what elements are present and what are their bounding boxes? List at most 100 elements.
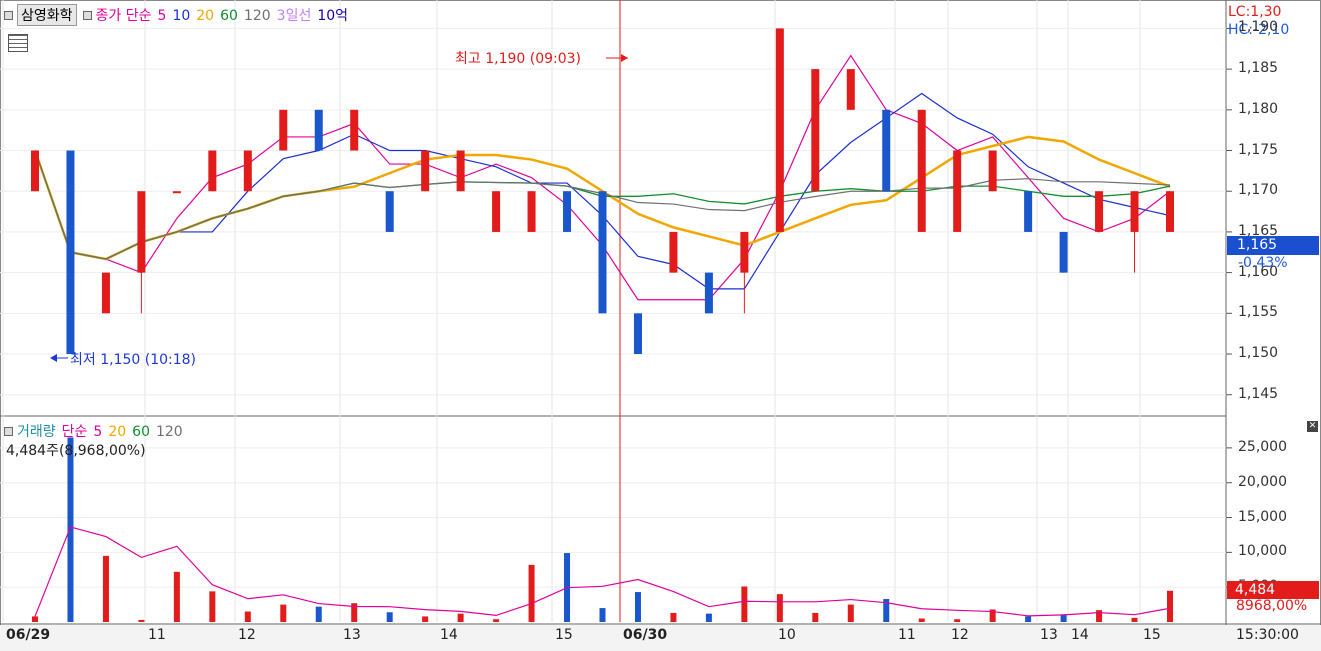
candle-body [598, 191, 607, 314]
legend-item[interactable]: 3일선 [277, 8, 312, 24]
current-price-badge: 1,165 [1227, 236, 1319, 255]
volume-bar [32, 616, 38, 622]
volume-bar [918, 618, 925, 622]
volume-bar [315, 606, 322, 622]
candle-body [350, 109, 359, 151]
legend-toggle-icon[interactable] [4, 426, 13, 436]
price-tick-label: 1,190 [1238, 19, 1279, 36]
volume-bar [67, 437, 74, 622]
legend-item[interactable]: 단순 [62, 424, 88, 440]
volume-bar [173, 571, 180, 622]
low-price-annotation: 최저 1,150 (10:18) [70, 352, 197, 368]
candle-body [882, 109, 891, 192]
volume-bar [599, 608, 606, 622]
ma-legend: 종가 단순 5 10 20 60 120 3일선 10억 [96, 5, 355, 25]
candle-body [811, 69, 820, 192]
time-axis-label: 12 [951, 627, 969, 643]
volume-bar [528, 564, 535, 622]
candle-body [421, 150, 430, 192]
close-panel-icon[interactable]: ✕ [1307, 421, 1318, 432]
price-legend: 삼영화학 종가 단순 5 10 20 60 120 3일선 10억 [4, 4, 354, 26]
volume-ratio: 8968,00% [1236, 598, 1308, 614]
legend-item[interactable]: 20 [108, 424, 126, 440]
candle-body [775, 28, 784, 232]
legend-toggle-icon[interactable] [82, 10, 92, 20]
legend-item[interactable]: 60 [132, 424, 150, 440]
volume-tick-label: 20,000 [1238, 473, 1287, 490]
candle-body [527, 191, 536, 232]
legend-item[interactable]: 120 [156, 424, 183, 440]
chart-window: 삼영화학 종가 단순 5 10 20 60 120 3일선 10억 LC:1,30 HC:-2… [0, 0, 1321, 651]
price-tick-label: 1,175 [1238, 141, 1279, 158]
candle-body [385, 191, 394, 232]
volume-bar [244, 611, 251, 622]
candle-body [953, 150, 962, 232]
legend-item[interactable]: 20 [196, 8, 214, 24]
legend-item[interactable]: 10억 [317, 8, 348, 24]
candle-body [279, 109, 288, 151]
volume-bar [847, 604, 854, 622]
volume-bar [1025, 616, 1032, 622]
volume-info: 4,484주(8,968,00%) [6, 443, 146, 459]
price-tick-label: 1,150 [1238, 345, 1279, 362]
candle-body [208, 150, 217, 192]
change-percent: -0.43% [1238, 255, 1288, 271]
time-label: 15:30:00 [1236, 627, 1299, 643]
price-tick-label: 1,180 [1238, 100, 1279, 117]
legend-item[interactable]: 60 [220, 8, 238, 24]
price-tick-label: 1,155 [1238, 304, 1279, 321]
time-axis-label: 10 [778, 627, 796, 643]
volume-tick-label: 15,000 [1238, 508, 1287, 525]
candle-body [314, 109, 323, 151]
volume-bar [954, 619, 961, 622]
candle-body [563, 191, 572, 232]
candle-body [1166, 191, 1174, 232]
volume-bar [812, 612, 819, 622]
candle-body [917, 109, 926, 232]
time-axis-label: 12 [238, 627, 256, 643]
volume-bar [705, 613, 712, 622]
candle-body [740, 231, 749, 273]
candle-body [492, 191, 501, 232]
candle-body [669, 231, 678, 273]
time-axis-label: 15 [555, 627, 573, 643]
candle-body [101, 272, 110, 314]
time-axis-label: 11 [148, 627, 166, 643]
volume-ma-legend: 거래량 단순 5 20 60 120 [17, 421, 189, 441]
time-axis-label: 14 [440, 627, 458, 643]
price-tick-label: 1,145 [1238, 385, 1279, 402]
volume-bar [209, 591, 216, 622]
volume-bar [1131, 617, 1138, 622]
legend-item[interactable]: 5 [158, 8, 167, 24]
chart-frame [0, 0, 1321, 651]
grid-settings-icon[interactable] [8, 34, 28, 52]
volume-bar [670, 612, 677, 622]
volume-bar [102, 555, 109, 622]
lc-label: LC:1,30 [1228, 4, 1282, 20]
candle-body [1024, 191, 1033, 232]
candle-body [1059, 231, 1068, 273]
time-axis-label: 15 [1143, 627, 1161, 643]
time-axis-label: 13 [343, 627, 361, 643]
candle-body [633, 313, 642, 355]
price-tick-label: 1,185 [1238, 60, 1279, 77]
volume-bar [457, 613, 464, 622]
legend-toggle-icon[interactable] [4, 10, 13, 20]
candle-body [1130, 191, 1139, 232]
volume-bar [776, 594, 783, 622]
volume-bar [1096, 610, 1103, 622]
legend-item[interactable]: 120 [244, 8, 271, 24]
volume-bar [741, 586, 748, 622]
stock-chart[interactable] [0, 0, 1321, 651]
volume-bar [138, 619, 145, 622]
price-tick-label: 1,170 [1238, 182, 1279, 199]
legend-item[interactable]: 거래량 [17, 424, 56, 440]
legend-item[interactable]: 10 [172, 8, 190, 24]
time-axis-label: 06/30 [623, 627, 668, 643]
legend-item[interactable]: 종가 단순 [96, 8, 152, 24]
stock-name-button[interactable]: 삼영화학 [17, 4, 77, 26]
time-axis-label: 11 [898, 627, 916, 643]
candle-body [988, 150, 997, 192]
legend-item[interactable]: 5 [93, 424, 102, 440]
candle-body [66, 150, 75, 355]
